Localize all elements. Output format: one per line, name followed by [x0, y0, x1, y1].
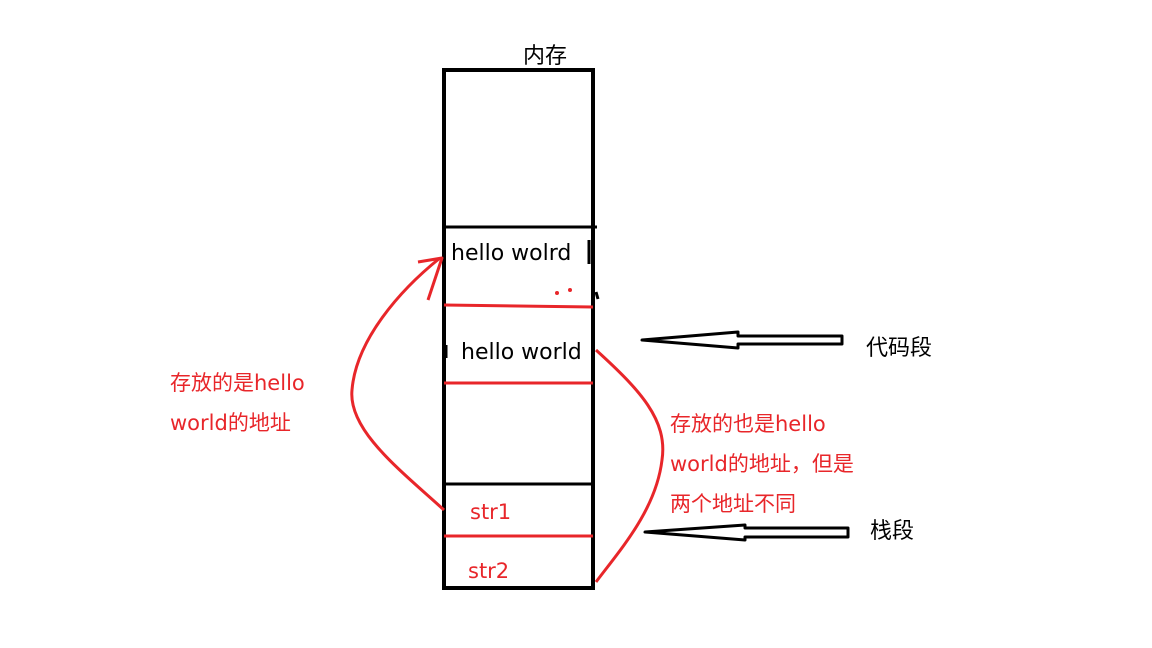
memory-block: [442, 68, 595, 590]
annotation-line: 存放的是hello: [170, 371, 305, 395]
annotation-line: world的地址: [170, 411, 291, 435]
annotation-left: 存放的是hello world的地址: [170, 363, 305, 443]
red-dot: [555, 291, 559, 295]
pointer-curve-right: [594, 348, 665, 583]
memory-cell-text: hello world: [461, 340, 582, 365]
annotation-line: 存放的也是hello: [670, 412, 826, 436]
red-dot: [568, 288, 572, 292]
stack-segment-arrow: [643, 523, 850, 542]
arrowhead-left: [417, 256, 444, 301]
stack-segment-label: 栈段: [870, 519, 915, 544]
memory-cell-text: hello wolrd: [451, 241, 572, 266]
memory-diagram: [350, 68, 850, 590]
memory-title: 内存: [523, 44, 568, 69]
annotation-line: 两个地址不同: [670, 492, 796, 516]
variable-label: str1: [470, 500, 512, 524]
tick-mark: [594, 291, 600, 300]
annotation-right: 存放的也是hello world的地址，但是 两个地址不同: [670, 404, 854, 524]
code-segment-label: 代码段: [866, 336, 933, 361]
variable-label: str2: [468, 559, 510, 583]
memory-divider-red: [443, 303, 594, 309]
code-segment-arrow: [640, 330, 844, 350]
annotation-line: world的地址，但是: [670, 452, 854, 476]
